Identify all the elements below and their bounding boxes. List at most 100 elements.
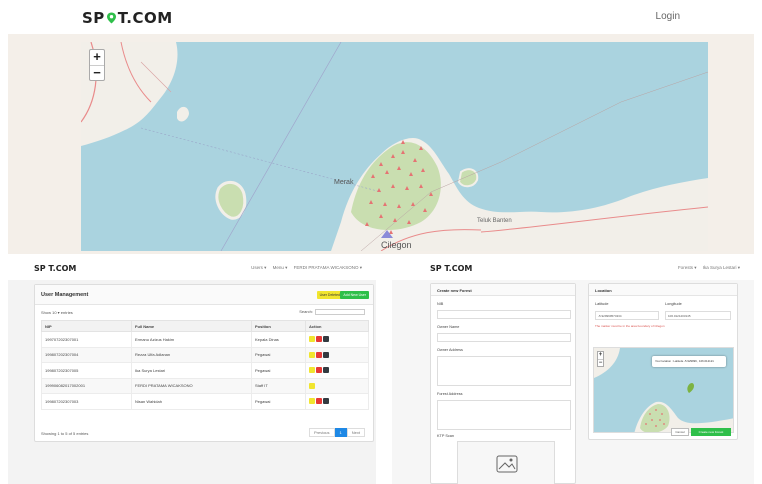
cell-nip: 199906082017002001 xyxy=(41,377,132,394)
cell-actions xyxy=(305,362,369,379)
image-placeholder-icon xyxy=(496,455,518,473)
users-table: NIP Full Name Position Action 1997072023… xyxy=(41,320,369,410)
edit-button[interactable] xyxy=(309,382,315,389)
table-row: 199807202307003 Nisan Wahidah Pegawai xyxy=(41,393,369,410)
delete-button[interactable] xyxy=(316,336,322,343)
location-popup: Your location : Latitude -5.929999 , 106… xyxy=(652,356,726,367)
forest-address-textarea[interactable] xyxy=(437,400,571,430)
latitude-label: Latitude xyxy=(595,302,609,306)
location-note: The marker must be in the area boundary … xyxy=(595,324,665,328)
hero-section: Merak Cilegon Teluk Banten + − xyxy=(8,34,754,254)
card-title: User Management xyxy=(41,292,89,298)
mini-brand[interactable]: SP T.COM xyxy=(430,264,472,273)
create-forest-card: Create new Forest NIB Owner Name Owner A… xyxy=(430,283,576,484)
table-row: 199807202307005 Ika Surya Lestari Pegawai xyxy=(41,362,369,379)
page-1-button[interactable]: 1 xyxy=(334,428,347,437)
cell-actions xyxy=(305,331,369,348)
user-deleted-button[interactable]: User Deleted xyxy=(316,291,343,299)
table-row: 199707202307001 Ermanu Azizus Hakim Kepala… xyxy=(41,331,369,348)
longitude-input[interactable]: 106.0121203145 xyxy=(665,311,731,320)
search-input[interactable] xyxy=(315,309,365,315)
nav-user-account[interactable]: Ika Surya Lestari ▾ xyxy=(703,265,740,270)
label-merak: Merak xyxy=(334,179,354,186)
cell-position: Pegawai xyxy=(251,393,306,410)
user-management-card: User Management User Deleted Add New Use… xyxy=(34,284,374,442)
nav-menu[interactable]: Menu ▾ xyxy=(273,265,288,270)
location-card-title: Location xyxy=(595,288,612,293)
delete-button[interactable] xyxy=(316,398,322,405)
cell-position: Staff IT xyxy=(251,377,306,394)
cell-actions xyxy=(305,346,369,363)
cell-position: Pegawai xyxy=(251,362,306,379)
mini-zoom-in-button[interactable]: + xyxy=(598,352,603,359)
key-button[interactable] xyxy=(323,398,329,405)
label-cilegon: Cilegon xyxy=(381,240,412,250)
cell-nip: 199807202307004 xyxy=(41,346,132,363)
location-map[interactable]: + − Your location : Latitude -5.929999 ,… xyxy=(593,347,734,433)
key-button[interactable] xyxy=(323,336,329,343)
zoom-control: + − xyxy=(89,49,105,81)
owner-name-label: Owner Name xyxy=(437,325,460,329)
map-canvas: Merak Cilegon Teluk Banten xyxy=(81,42,708,251)
mini-brand[interactable]: SP T.COM xyxy=(34,264,76,273)
cell-name: Rezza Ulfa Adlanan xyxy=(131,346,252,363)
cell-position: Kepala Dinas xyxy=(251,331,306,348)
column-header[interactable]: Full Name xyxy=(131,320,252,332)
cell-name: Ika Surya Lestari xyxy=(131,362,252,379)
key-button[interactable] xyxy=(323,351,329,358)
ktp-label: KTP Scan xyxy=(437,434,455,438)
mini-navbar: SP T.COM Forests ▾ Ika Surya Lestari ▾ xyxy=(392,256,754,280)
login-link[interactable]: Login xyxy=(656,11,680,22)
hero-map[interactable]: Merak Cilegon Teluk Banten + − xyxy=(81,42,708,251)
cancel-button[interactable]: Cancel xyxy=(671,428,689,436)
mini-zoom-control: + − xyxy=(597,351,604,367)
search-area: Search: xyxy=(299,309,365,315)
cell-name: Nisan Wahidah xyxy=(131,393,252,410)
pagination: Previous 1 Next xyxy=(308,428,365,437)
location-card: Location Latitude Longitude -5.929999574… xyxy=(588,283,738,440)
owner-name-input[interactable] xyxy=(437,333,571,342)
next-page-button[interactable]: Next xyxy=(346,428,365,437)
mini-zoom-out-button[interactable]: − xyxy=(598,359,603,366)
cell-name: Ermanu Azizus Hakim xyxy=(131,331,252,348)
delete-button[interactable] xyxy=(316,351,322,358)
top-navbar: SP T.COM Login xyxy=(0,0,762,34)
delete-button[interactable] xyxy=(316,367,322,374)
cell-actions xyxy=(305,393,369,410)
column-header[interactable]: NIP xyxy=(41,320,132,332)
edit-button[interactable] xyxy=(309,336,315,343)
nav-user-account[interactable]: FERDI PRATAMA WICAKSONO ▾ xyxy=(294,265,362,270)
forest-address-label: Forest Address xyxy=(437,392,463,396)
edit-button[interactable] xyxy=(309,398,315,405)
edit-button[interactable] xyxy=(309,367,315,374)
table-info: Showing 1 to 5 of 5 entries xyxy=(41,431,89,436)
create-forest-button[interactable]: Create new Forest xyxy=(691,428,731,436)
nib-input[interactable] xyxy=(437,310,571,319)
nav-users[interactable]: Users ▾ xyxy=(251,265,266,270)
user-management-screenshot: SP T.COM Users ▾ Menu ▾ FERDI PRATAMA WI… xyxy=(8,256,376,484)
prev-page-button[interactable]: Previous xyxy=(308,428,335,437)
add-user-button[interactable]: Add New User xyxy=(340,291,369,299)
owner-address-textarea[interactable] xyxy=(437,356,571,386)
column-header[interactable]: Position xyxy=(251,320,306,332)
nav-forests[interactable]: Forests ▾ xyxy=(678,265,697,270)
edit-button[interactable] xyxy=(309,351,315,358)
search-label: Search: xyxy=(299,309,313,315)
pin-logo-icon xyxy=(106,10,117,24)
cell-nip: 199807202307005 xyxy=(41,362,132,379)
ktp-upload-box[interactable] xyxy=(457,441,555,484)
cell-actions xyxy=(305,377,369,394)
nib-label: NIB xyxy=(437,302,444,306)
key-button[interactable] xyxy=(323,367,329,374)
show-entries[interactable]: Show 10 ▾ entries xyxy=(41,310,73,315)
table-row: 199807202307004 Rezza Ulfa Adlanan Pegawai xyxy=(41,346,369,363)
latitude-input[interactable]: -5.929999574334 xyxy=(595,311,659,320)
brand-logo[interactable]: SP T.COM xyxy=(82,9,173,27)
mini-navbar: SP T.COM Users ▾ Menu ▾ FERDI PRATAMA WI… xyxy=(8,256,376,280)
column-header: Action xyxy=(305,320,369,332)
zoom-out-button[interactable]: − xyxy=(90,65,104,80)
cell-position: Pegawai xyxy=(251,346,306,363)
longitude-label: Longitude xyxy=(665,302,682,306)
zoom-in-button[interactable]: + xyxy=(90,50,104,65)
owner-address-label: Owner Address xyxy=(437,348,463,352)
